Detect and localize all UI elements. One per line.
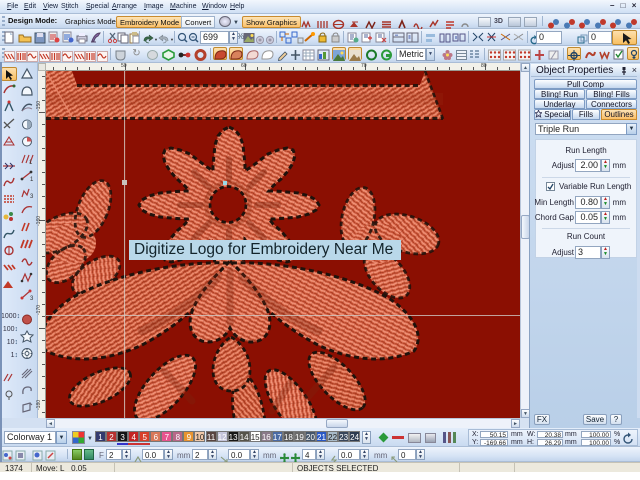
svg-text:1: 1 <box>29 160 33 165</box>
svg-text:3: 3 <box>30 194 34 199</box>
svg-text:1: 1 <box>30 177 34 182</box>
svg-text:3: 3 <box>30 296 34 301</box>
